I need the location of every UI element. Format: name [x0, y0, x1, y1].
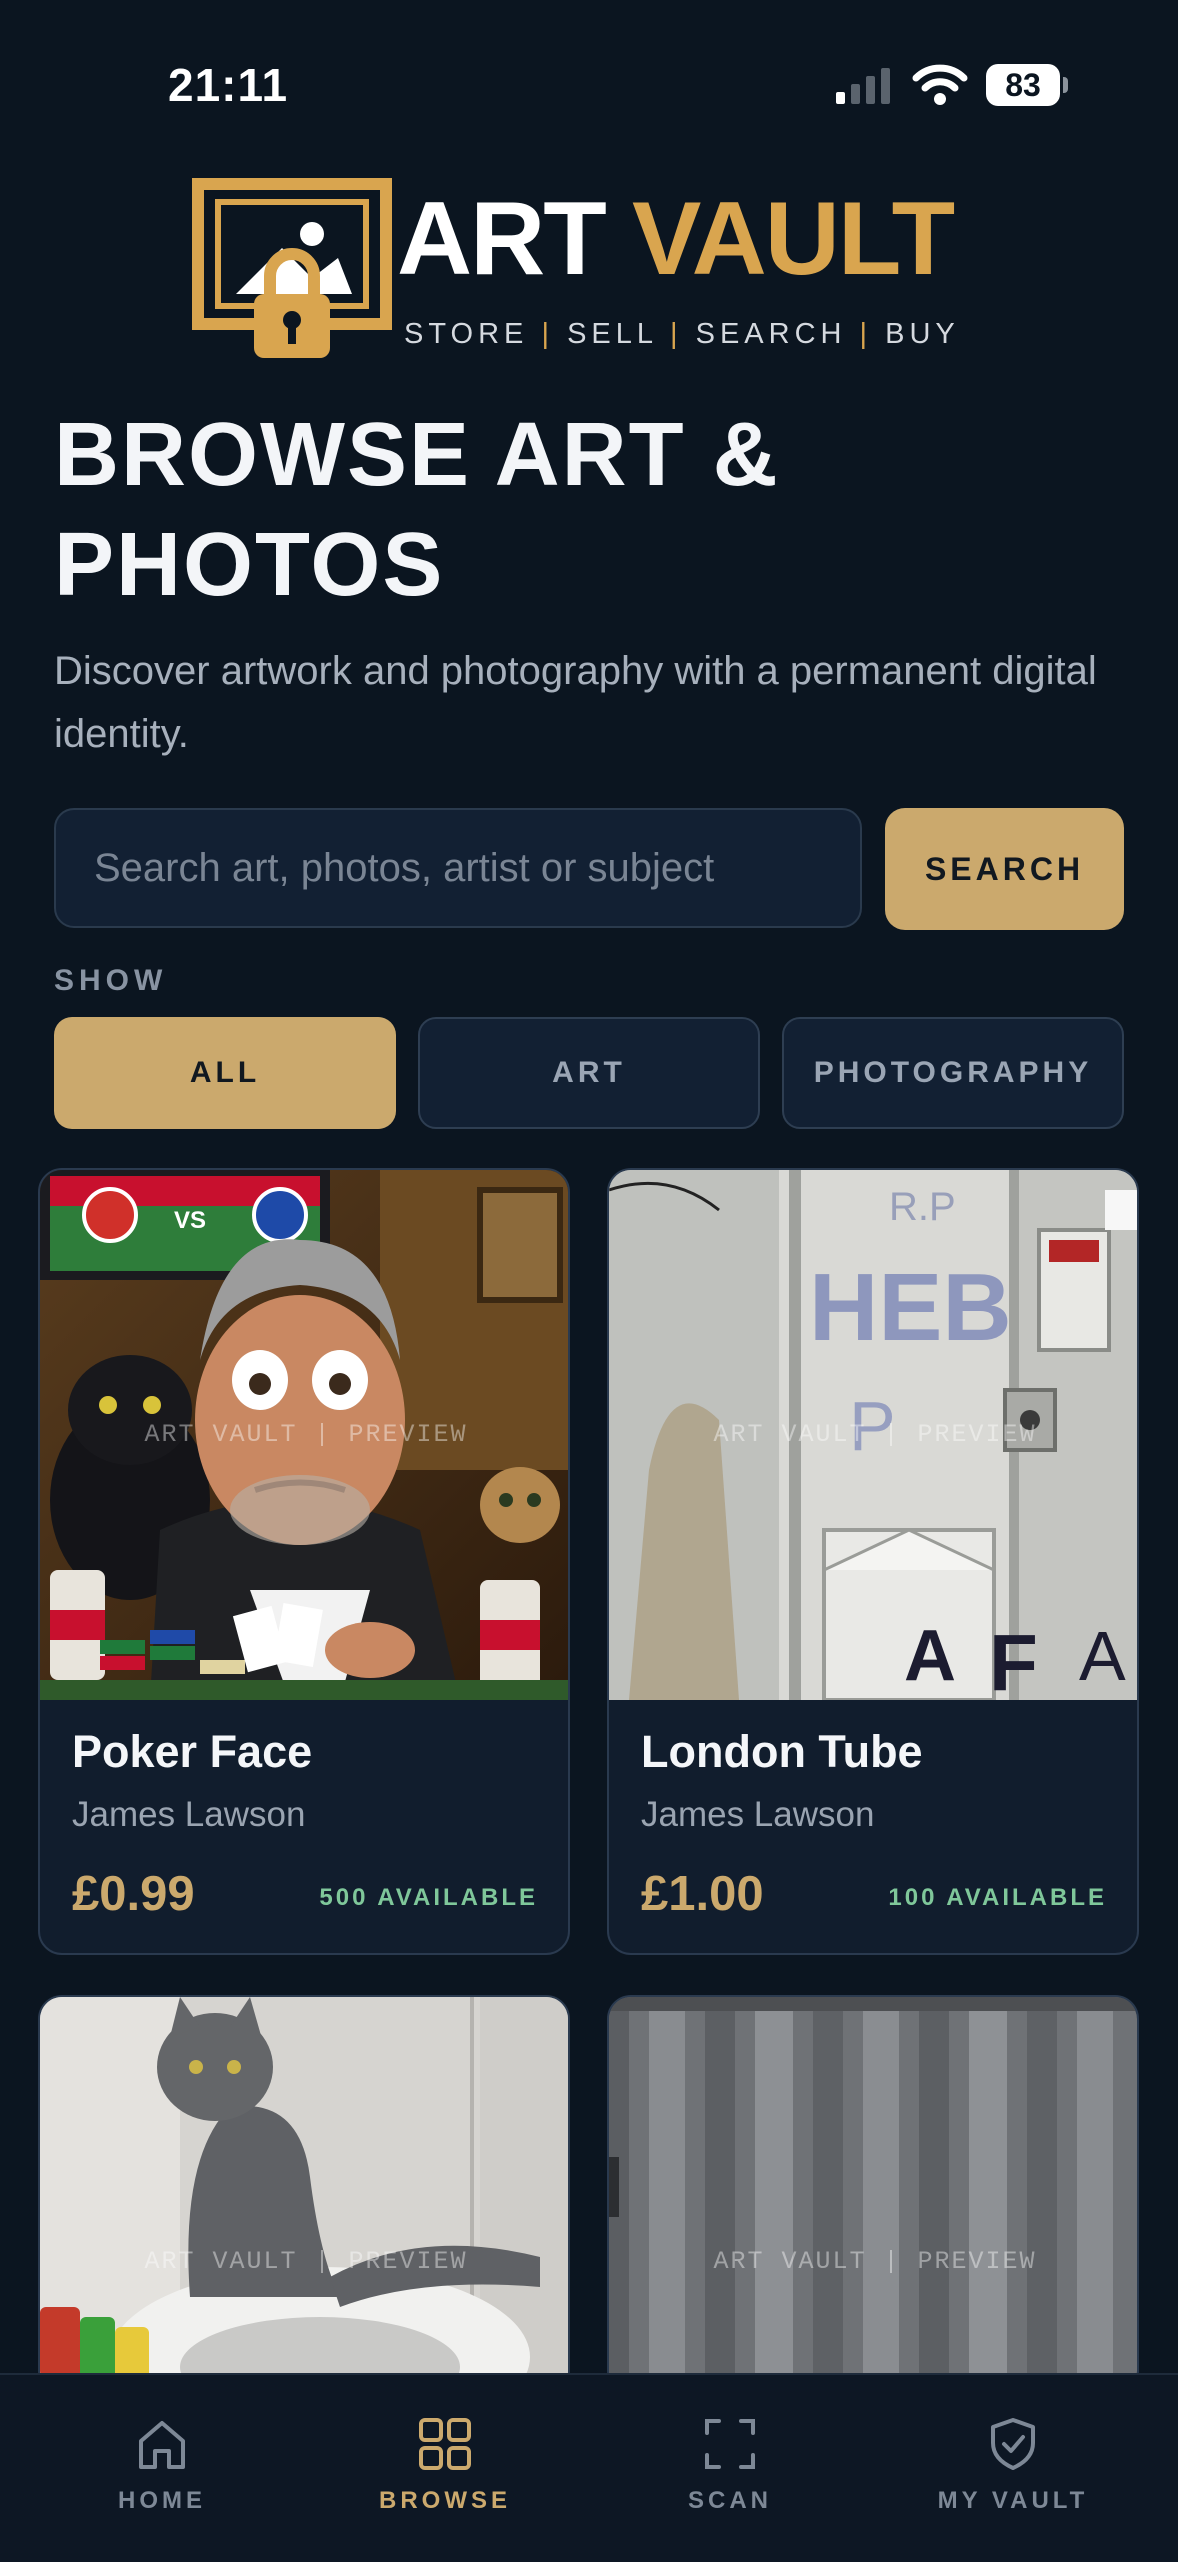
filter-art-button[interactable]: ART	[418, 1017, 760, 1129]
bottom-nav: HOME BROWSE SCAN MY VAULT	[0, 2373, 1178, 2562]
filter-photography-button[interactable]: PHOTOGRAPHY	[782, 1017, 1124, 1129]
cellular-signal-icon	[836, 68, 890, 104]
status-bar: 21:11 83	[0, 0, 1178, 150]
listing-card[interactable]: HEB P R.P A F A ART VAULT | PREVIEW Lond…	[607, 1168, 1139, 1955]
svg-text:R.P: R.P	[889, 1185, 956, 1229]
listing-availability: 100 AVAILABLE	[888, 1884, 1107, 1911]
search-input[interactable]	[54, 808, 862, 928]
filter-label: SHOW	[54, 964, 168, 997]
logo-word-vault: VAULT	[632, 181, 955, 297]
listing-card[interactable]: ART VAULT | PREVIEW	[38, 1995, 570, 2395]
filter-all-button[interactable]: ALL	[54, 1017, 396, 1129]
nav-item-my-vault[interactable]: MY VAULT	[893, 2415, 1133, 2515]
preview-watermark: ART VAULT | PREVIEW	[713, 2247, 1037, 2276]
search-button[interactable]: SEARCH	[885, 808, 1124, 930]
nav-label-my-vault: MY VAULT	[937, 2487, 1089, 2514]
logo-word-art: ART	[397, 181, 607, 297]
listing-title: London Tube	[641, 1726, 923, 1777]
nav-label-browse: BROWSE	[379, 2487, 511, 2514]
svg-text:VS: VS	[174, 1207, 206, 1234]
svg-text:A: A	[904, 1616, 956, 1696]
listing-price: £1.00	[641, 1867, 764, 1921]
listing-availability: 500 AVAILABLE	[319, 1884, 538, 1911]
shield-check-icon	[991, 2418, 1035, 2470]
wifi-icon	[912, 64, 968, 105]
listing-price: £0.99	[72, 1867, 195, 1921]
nav-item-browse[interactable]: BROWSE	[325, 2415, 565, 2515]
listing-card[interactable]: VS ART VAULT | PREVIEW Poker Face James …	[38, 1168, 570, 1955]
battery-level: 83	[986, 64, 1060, 106]
logo-tagline: STORE | SELL | SEARCH | BUY	[404, 318, 960, 350]
nav-item-scan[interactable]: SCAN	[610, 2415, 850, 2515]
preview-watermark: ART VAULT | PREVIEW	[713, 1420, 1037, 1449]
preview-watermark: ART VAULT | PREVIEW	[144, 2247, 468, 2276]
listing-image[interactable]: VS ART VAULT | PREVIEW	[40, 1170, 568, 1700]
curtain-photo-image	[609, 1997, 1137, 2393]
app-logo: ART VAULT STORE | SELL | SEARCH | BUY	[192, 170, 992, 375]
listing-card[interactable]: ART VAULT | PREVIEW	[607, 1995, 1139, 2395]
home-icon	[139, 2421, 185, 2469]
nav-label-home: HOME	[118, 2487, 206, 2514]
page-title: BROWSE ART & PHOTOS	[54, 405, 780, 615]
svg-text:HEB: HEB	[809, 1254, 1012, 1361]
listing-image[interactable]: HEB P R.P A F A ART VAULT | PREVIEW	[609, 1170, 1137, 1700]
listing-image[interactable]: ART VAULT | PREVIEW	[40, 1997, 568, 2393]
grid-icon	[419, 2418, 471, 2470]
nav-item-home[interactable]: HOME	[42, 2415, 282, 2515]
preview-watermark: ART VAULT | PREVIEW	[144, 1420, 468, 1449]
svg-text:F: F	[989, 1618, 1038, 1700]
svg-text:A: A	[1079, 1617, 1126, 1695]
status-time: 21:11	[168, 59, 289, 111]
cat-photo-image	[40, 1997, 568, 2393]
listing-artist: James Lawson	[641, 1795, 875, 1834]
battery-icon: 83	[986, 64, 1068, 106]
page-subtitle: Discover artwork and photography with a …	[54, 649, 1097, 756]
scan-icon	[705, 2419, 755, 2469]
nav-label-scan: SCAN	[687, 2487, 772, 2514]
listing-title: Poker Face	[72, 1726, 313, 1777]
listing-artist: James Lawson	[72, 1795, 306, 1834]
vault-lock-logo-icon	[192, 178, 392, 358]
listing-image[interactable]: ART VAULT | PREVIEW	[609, 1997, 1137, 2393]
